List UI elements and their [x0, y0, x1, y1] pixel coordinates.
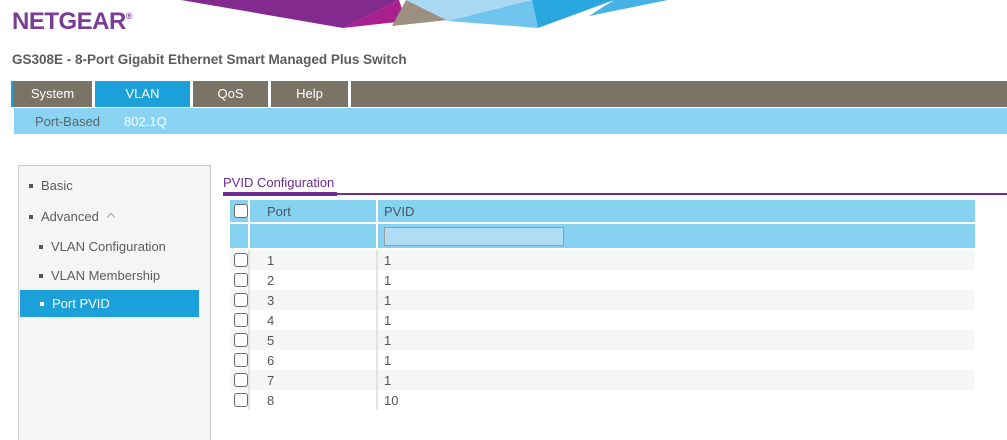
- row-checkbox[interactable]: [234, 333, 248, 347]
- subnav-item-port-based[interactable]: Port-Based: [35, 114, 100, 129]
- pvid-cell: 1: [378, 370, 975, 390]
- port-cell: 4: [250, 310, 378, 330]
- registered-mark-icon: ®: [126, 11, 132, 21]
- filter-empty-cell: [250, 224, 378, 248]
- row-checkbox-cell: [230, 370, 250, 390]
- row-checkbox-cell: [230, 310, 250, 330]
- tab-system[interactable]: System: [13, 81, 92, 107]
- chevron-up-icon: [107, 213, 115, 221]
- port-cell: 2: [250, 270, 378, 290]
- table-filter-row: [230, 224, 975, 248]
- title-underline: [223, 192, 1007, 196]
- pvid-cell: 10: [378, 390, 975, 410]
- bullet-icon: [39, 245, 43, 249]
- bullet-icon: [40, 302, 44, 306]
- row-checkbox[interactable]: [234, 373, 248, 387]
- tab-help[interactable]: Help: [271, 81, 348, 107]
- row-checkbox[interactable]: [234, 293, 248, 307]
- pvid-cell: 1: [378, 250, 975, 270]
- table-row: 31: [230, 290, 975, 310]
- port-cell: 1: [250, 250, 378, 270]
- port-cell: 7: [250, 370, 378, 390]
- table-row: 21: [230, 270, 975, 290]
- table-row: 810: [230, 390, 975, 410]
- main-nav: System VLAN QoS Help: [11, 81, 1007, 107]
- row-checkbox[interactable]: [234, 353, 248, 367]
- sidebar-item-vlan-membership[interactable]: VLAN Membership: [19, 267, 210, 285]
- decorative-banner: [180, 0, 670, 28]
- sidebar-item-advanced[interactable]: Advanced: [19, 208, 210, 226]
- pvid-cell: 1: [378, 350, 975, 370]
- bullet-icon: [29, 215, 33, 219]
- port-cell: 8: [250, 390, 378, 410]
- row-checkbox-cell: [230, 350, 250, 370]
- sub-nav: Port-Based 802.1Q: [14, 108, 1007, 134]
- port-cell: 5: [250, 330, 378, 350]
- row-checkbox[interactable]: [234, 313, 248, 327]
- filter-pvid-cell: [378, 224, 975, 248]
- pvid-cell: 1: [378, 330, 975, 350]
- device-title: GS308E - 8-Port Gigabit Ethernet Smart M…: [12, 52, 407, 67]
- table-body: 11213141516171810: [230, 250, 975, 410]
- sidebar-item-port-pvid[interactable]: Port PVID: [20, 290, 199, 317]
- bullet-icon: [39, 274, 43, 278]
- sidebar: Basic Advanced VLAN Configuration VLAN M…: [18, 165, 211, 440]
- sidebar-item-vlan-configuration[interactable]: VLAN Configuration: [19, 238, 210, 256]
- netgear-logo: NETGEAR®: [12, 8, 132, 36]
- nav-filler: [351, 81, 1007, 107]
- bullet-icon: [29, 184, 33, 188]
- pvid-input[interactable]: [384, 227, 564, 246]
- pvid-header: PVID: [378, 200, 975, 222]
- row-checkbox-cell: [230, 250, 250, 270]
- row-checkbox-cell: [230, 270, 250, 290]
- sidebar-item-basic[interactable]: Basic: [19, 177, 210, 195]
- port-cell: 6: [250, 350, 378, 370]
- table-row: 71: [230, 370, 975, 390]
- table-row: 61: [230, 350, 975, 370]
- table-row: 51: [230, 330, 975, 350]
- pvid-cell: 1: [378, 290, 975, 310]
- port-cell: 3: [250, 290, 378, 310]
- row-checkbox[interactable]: [234, 393, 248, 407]
- row-checkbox-cell: [230, 390, 250, 410]
- subnav-item-8021q[interactable]: 802.1Q: [124, 114, 167, 129]
- page-title: PVID Configuration: [223, 175, 334, 190]
- row-checkbox-cell: [230, 330, 250, 350]
- tab-vlan[interactable]: VLAN: [95, 81, 190, 107]
- tab-qos[interactable]: QoS: [193, 81, 268, 107]
- filter-empty-cell: [230, 224, 250, 248]
- port-header: Port: [250, 200, 378, 222]
- row-checkbox-cell: [230, 290, 250, 310]
- pvid-table: Port PVID 11213141516171810: [230, 200, 975, 410]
- pvid-cell: 1: [378, 270, 975, 290]
- pvid-cell: 1: [378, 310, 975, 330]
- table-row: 11: [230, 250, 975, 270]
- row-checkbox[interactable]: [234, 273, 248, 287]
- select-all-cell: [230, 200, 250, 222]
- table-header-row: Port PVID: [230, 200, 975, 222]
- row-checkbox[interactable]: [234, 253, 248, 267]
- table-row: 41: [230, 310, 975, 330]
- select-all-checkbox[interactable]: [234, 204, 248, 218]
